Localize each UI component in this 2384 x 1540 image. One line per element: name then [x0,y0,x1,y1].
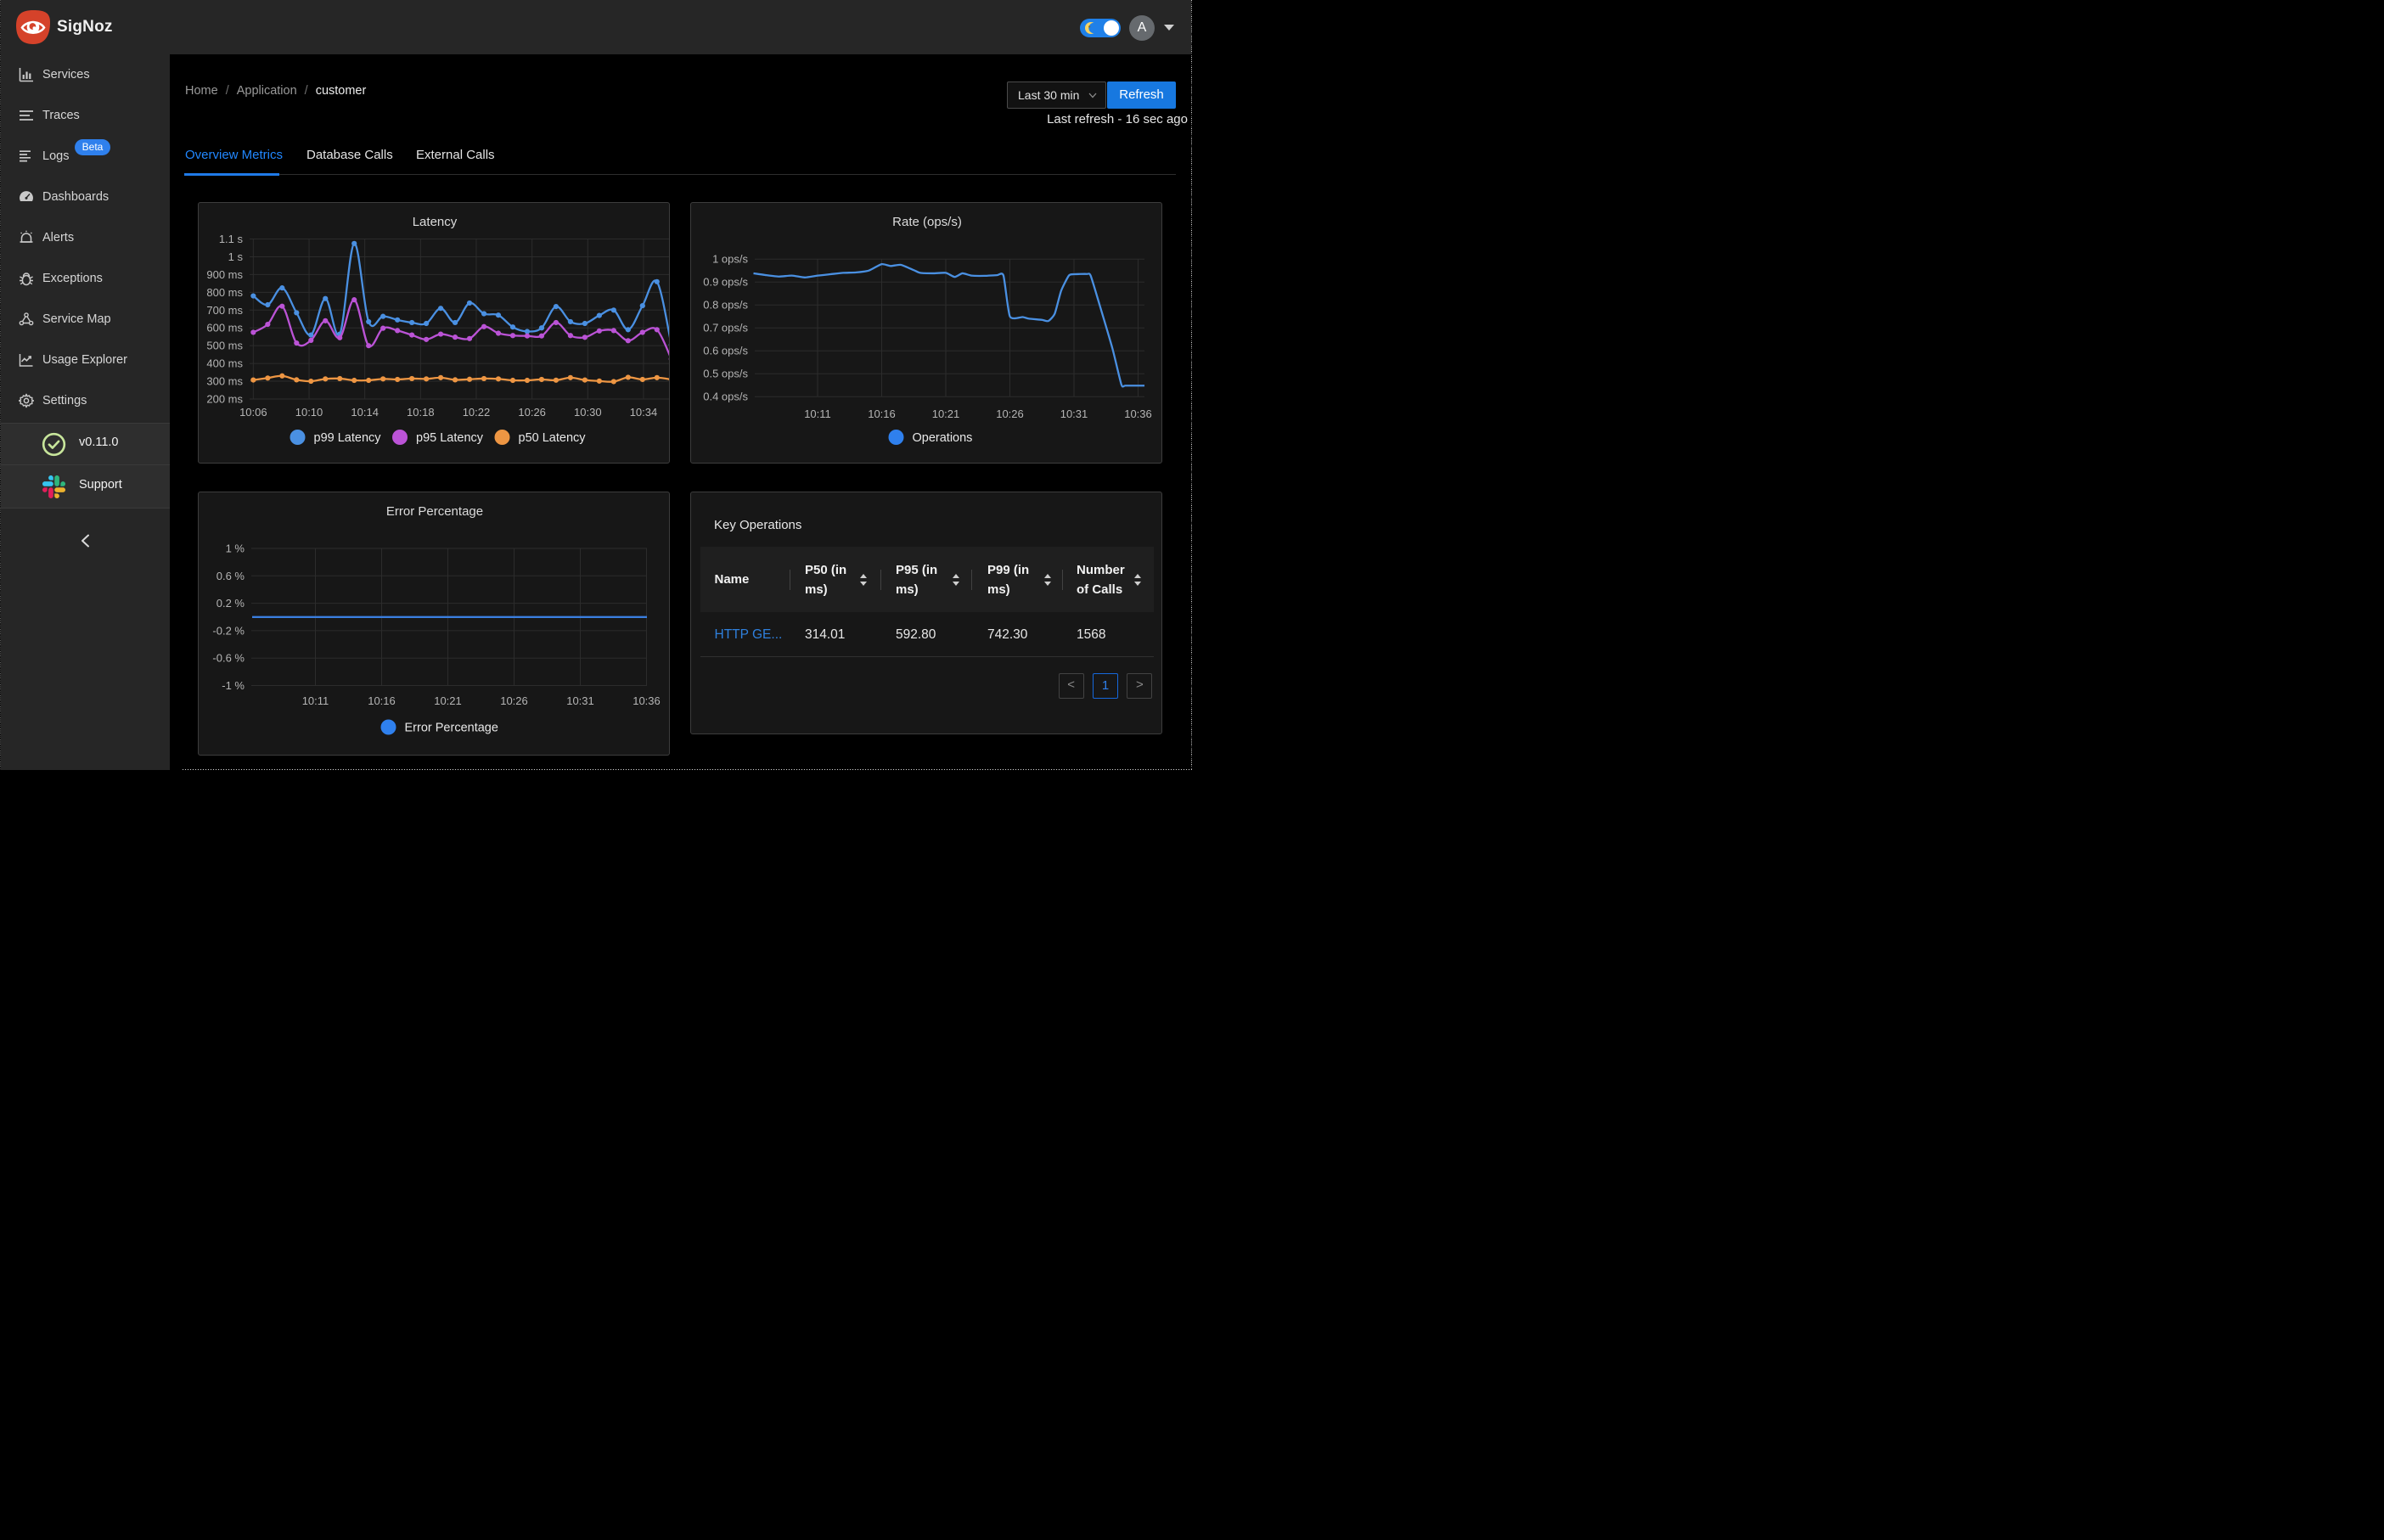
svg-text:10:30: 10:30 [574,406,602,419]
svg-text:0.2 %: 0.2 % [216,597,245,610]
svg-text:0.7 ops/s: 0.7 ops/s [703,322,748,334]
svg-text:0.5 ops/s: 0.5 ops/s [703,368,748,380]
svg-text:10:31: 10:31 [1060,407,1088,420]
svg-text:10:16: 10:16 [868,407,896,420]
svg-text:Rate (ops/s): Rate (ops/s) [892,215,962,229]
svg-text:10:36: 10:36 [633,694,661,707]
svg-text:-1 %: -1 % [222,679,245,692]
svg-text:p99 Latency: p99 Latency [314,431,382,445]
svg-text:-0.6 %: -0.6 % [212,652,245,665]
svg-text:10:34: 10:34 [630,406,658,419]
svg-text:10:26: 10:26 [518,406,546,419]
svg-text:900 ms: 900 ms [206,268,243,281]
svg-text:10:36: 10:36 [1124,407,1152,420]
svg-text:0.8 ops/s: 0.8 ops/s [703,299,748,312]
svg-text:p50 Latency: p50 Latency [519,431,587,445]
svg-text:10:31: 10:31 [566,694,594,707]
svg-text:10:26: 10:26 [500,694,528,707]
svg-text:10:10: 10:10 [295,406,323,419]
svg-text:500 ms: 500 ms [206,340,243,352]
svg-text:-0.2 %: -0.2 % [212,624,245,637]
svg-text:10:14: 10:14 [351,406,379,419]
svg-text:10:11: 10:11 [804,407,831,420]
svg-text:1 %: 1 % [226,542,245,555]
svg-text:10:06: 10:06 [239,406,267,419]
svg-text:600 ms: 600 ms [206,322,243,334]
svg-text:400 ms: 400 ms [206,357,243,370]
svg-text:1.1 s: 1.1 s [219,233,244,245]
svg-text:Error Percentage: Error Percentage [405,722,498,735]
svg-text:Latency: Latency [413,215,458,229]
svg-text:200 ms: 200 ms [206,392,243,405]
svg-text:0.9 ops/s: 0.9 ops/s [703,276,748,289]
svg-text:10:21: 10:21 [932,407,960,420]
svg-text:p95 Latency: p95 Latency [416,431,484,445]
svg-text:Operations: Operations [913,431,973,445]
svg-text:10:18: 10:18 [407,406,435,419]
svg-text:10:21: 10:21 [434,694,462,707]
svg-text:10:26: 10:26 [996,407,1024,420]
svg-text:0.4 ops/s: 0.4 ops/s [703,391,748,403]
svg-text:0.6 %: 0.6 % [216,570,245,582]
svg-text:700 ms: 700 ms [206,304,243,317]
svg-text:1 ops/s: 1 ops/s [712,253,748,266]
svg-text:0.6 ops/s: 0.6 ops/s [703,345,748,357]
svg-text:10:22: 10:22 [463,406,491,419]
svg-text:300 ms: 300 ms [206,375,243,388]
svg-text:10:11: 10:11 [302,694,329,707]
svg-text:800 ms: 800 ms [206,286,243,299]
svg-text:10:16: 10:16 [368,694,396,707]
svg-text:1 s: 1 s [228,250,244,263]
svg-text:Error Percentage: Error Percentage [386,504,483,519]
